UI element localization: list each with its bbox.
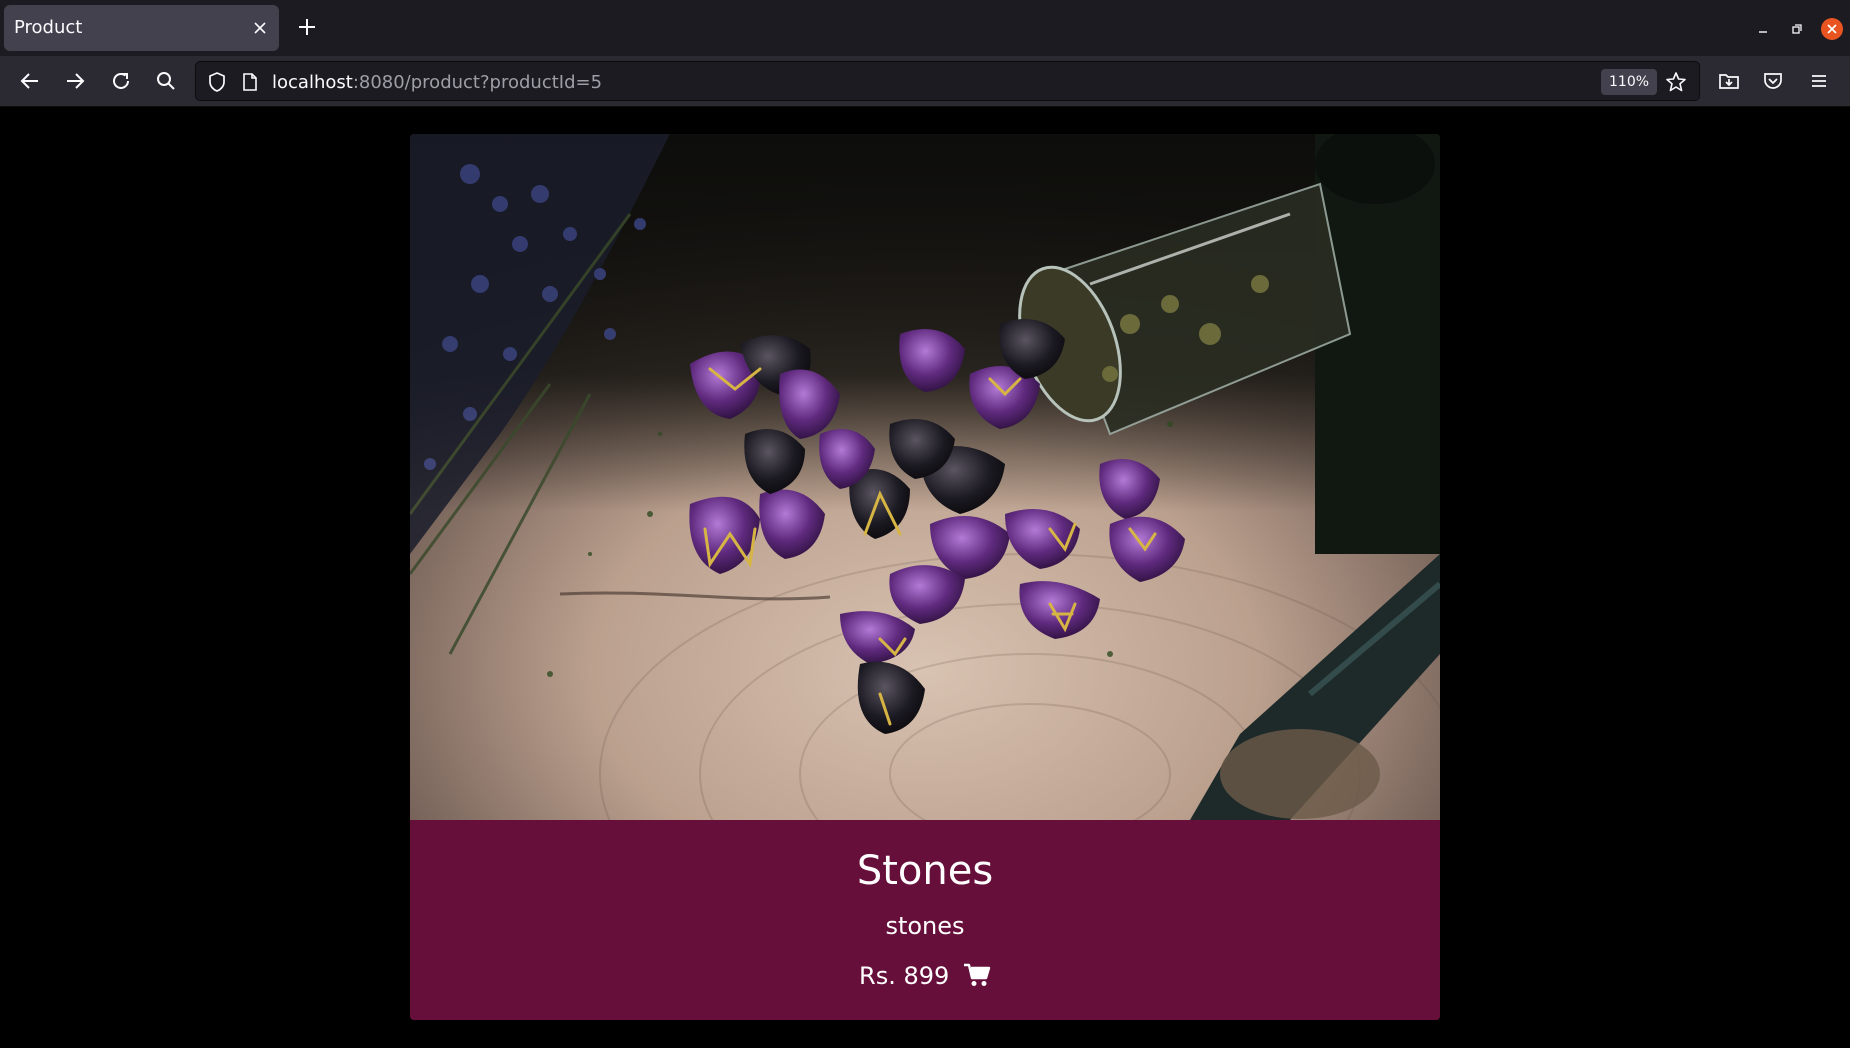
tab-title: Product (14, 17, 83, 38)
tab-bar: Product (0, 0, 1850, 56)
forward-arrow-icon[interactable] (62, 68, 88, 94)
new-tab-icon[interactable] (294, 14, 320, 40)
tab-product[interactable]: Product (4, 5, 279, 51)
address-bar[interactable]: localhost:8080/product?productId=5 110% (195, 61, 1700, 101)
close-window-icon (1827, 24, 1837, 34)
navigation-toolbar: localhost:8080/product?productId=5 110% (0, 56, 1850, 107)
zoom-level-badge[interactable]: 110% (1601, 69, 1658, 95)
minimize-window-icon[interactable] (1754, 20, 1772, 38)
product-description: stones (885, 912, 965, 940)
product-info: Stones stones Rs. 899 (410, 820, 1440, 1020)
menu-icon[interactable] (1806, 68, 1832, 94)
restore-window-icon[interactable] (1788, 20, 1806, 38)
product-card: Stones stones Rs. 899 (410, 134, 1440, 1020)
tracking-protection-shield-icon[interactable] (207, 71, 227, 93)
browser-chrome: Product localhost:8080/product?productId… (0, 0, 1850, 107)
reload-icon[interactable] (108, 68, 134, 94)
close-window-button[interactable] (1821, 18, 1843, 40)
page-viewport: Stones stones Rs. 899 (0, 107, 1850, 1048)
search-icon[interactable] (153, 68, 179, 94)
shopping-cart-icon[interactable] (963, 962, 991, 988)
product-image (410, 134, 1440, 820)
product-price: Rs. 899 (859, 962, 950, 990)
save-to-folder-icon[interactable] (1716, 68, 1742, 94)
url-text[interactable]: localhost:8080/product?productId=5 (272, 72, 602, 93)
back-arrow-icon[interactable] (17, 68, 43, 94)
page-info-icon[interactable] (241, 71, 259, 93)
url-path: :8080/product?productId=5 (352, 72, 603, 93)
close-tab-icon[interactable] (251, 19, 269, 37)
url-host: localhost (272, 72, 353, 93)
pocket-icon[interactable] (1760, 68, 1786, 94)
price-row: Rs. 899 (410, 962, 1440, 990)
product-name: Stones (856, 848, 994, 894)
bookmark-star-icon[interactable] (1664, 70, 1688, 94)
